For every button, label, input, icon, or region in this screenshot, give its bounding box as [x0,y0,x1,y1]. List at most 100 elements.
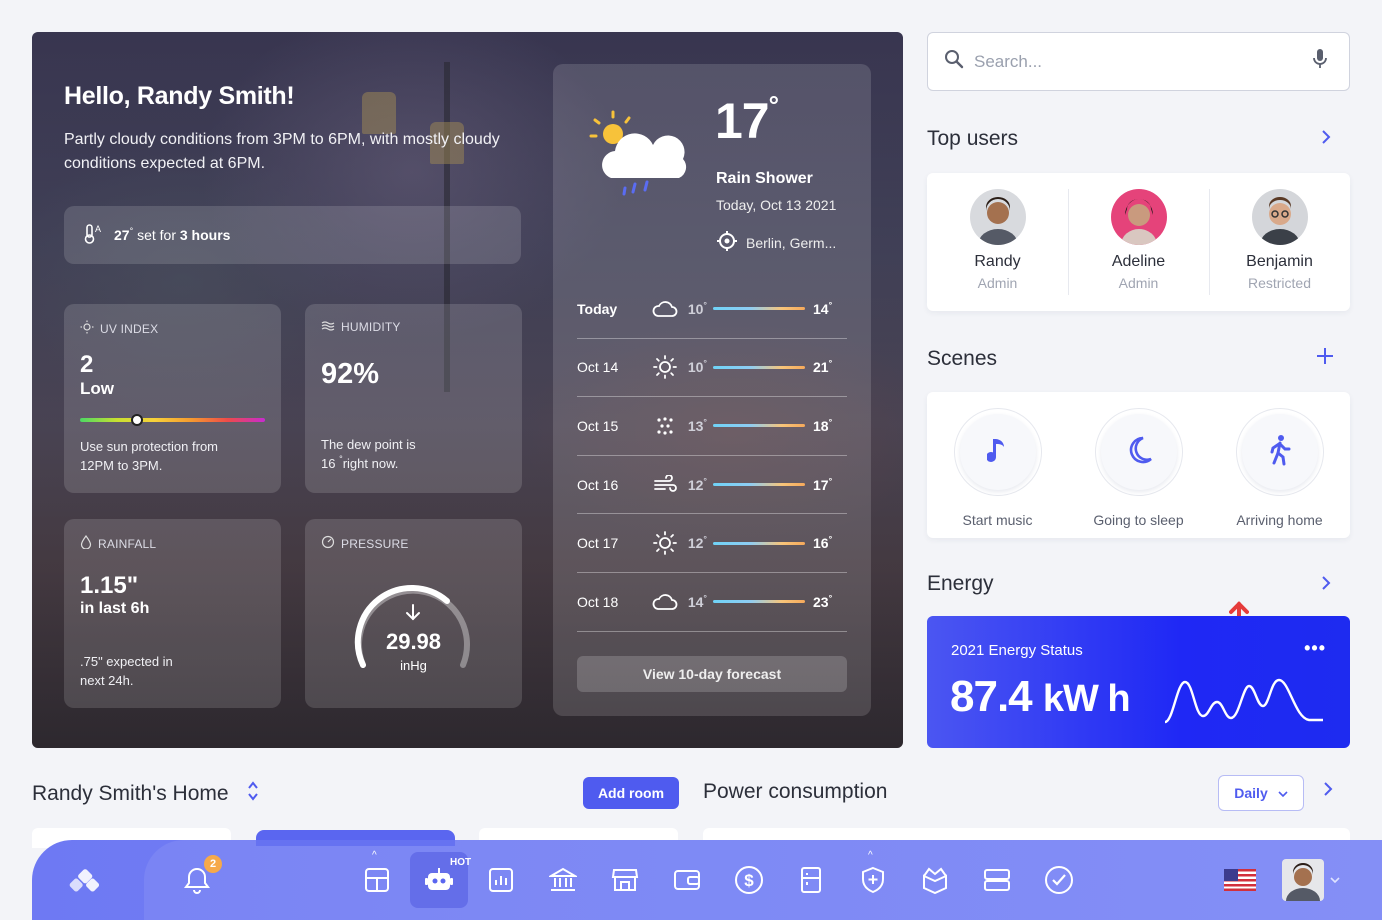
forecast-row[interactable]: Oct 15 13° 18° [577,397,847,456]
dashboard-icon[interactable] [359,862,395,898]
scene-button-ring [953,408,1042,496]
temp-range-bar [713,483,805,487]
uv-scale-marker [131,414,144,426]
scenes-title: Scenes [927,347,998,370]
scene-button [1241,414,1318,490]
avatar [1110,189,1167,245]
search-input[interactable] [974,51,1311,72]
waves-icon [321,320,335,334]
logo-icon[interactable] [68,864,104,900]
wallet-icon[interactable] [669,862,705,898]
store-icon[interactable] [607,862,643,898]
chart-icon[interactable] [483,862,519,898]
rainfall-note: .75" expected in next 24h. [80,654,173,688]
scene-button-ring [1235,408,1324,496]
forecast-low-value: 14 [687,593,704,610]
search-bar [927,32,1350,91]
humidity-title: HUMIDITY [341,320,401,334]
forecast-day: Oct 14 [577,359,619,376]
scene-start-music[interactable]: Start music [927,392,1068,538]
thermometer-icon: A [82,223,104,248]
add-room-button[interactable]: Add room [583,777,679,809]
caret-up-icon: ^ [372,850,377,861]
user-card[interactable]: Adeline Admin [1068,173,1209,311]
pressure-title: PRESSURE [341,536,409,551]
dew-text: The dew point is [321,437,416,452]
energy-next-button[interactable] [1320,572,1332,598]
forecast-high: 16° [813,534,833,552]
svg-text:A: A [95,224,101,234]
hot-label: HOT [450,857,472,868]
forecast-row[interactable]: Oct 16 12° 17° [577,456,847,515]
forecast-low: 12° [687,475,707,493]
greeting-title: Hello, Randy Smith! [64,82,295,110]
location[interactable]: Berlin, Germ... [716,230,836,255]
top-users-next-button[interactable] [1320,126,1332,152]
dew-text-end: right now. [342,456,399,471]
chevron-down-icon [1278,785,1288,801]
alarm-text: set for [137,227,176,243]
forecast-day: Oct 15 [577,417,619,434]
temp-range-bar [713,307,805,311]
ten-day-forecast-button[interactable]: View 10-day forecast [577,656,847,692]
temp-range-bar [713,600,805,604]
shield-icon[interactable] [855,862,891,898]
cloud-icon [647,593,683,611]
forecast-high-value: 21 [813,359,829,376]
svg-text:$: $ [744,871,754,890]
server-icon[interactable] [979,862,1015,898]
energy-status-card[interactable]: 2021 Energy Status ••• 87.4 kW h [927,616,1350,748]
period-select[interactable]: Daily [1218,775,1304,811]
forecast-low-value: 10 [687,359,704,376]
dollar-icon[interactable]: $ [731,862,767,898]
home-title[interactable]: Randy Smith's Home [32,780,259,808]
scene-label: Start music [962,512,1033,528]
forecast-low-value: 13 [687,417,704,434]
forecast-high-value: 18 [813,417,829,434]
period-select-value: Daily [1234,785,1268,801]
chevron-down-icon[interactable] [1328,862,1342,898]
profile-avatar[interactable] [1282,859,1324,901]
forecast-high-value: 16 [813,535,829,552]
scene-arriving-home[interactable]: Arriving home [1209,392,1350,538]
forecast-low: 12° [687,534,707,552]
bank-icon[interactable] [545,862,581,898]
user-role: Admin [977,275,1018,291]
uv-index-tile: UV INDEX 2 Low Use sun protection from 1… [64,304,281,493]
forecast-low: 14° [687,592,707,610]
rainfall-sub: in last 6h [80,600,150,617]
forecast-row[interactable]: Oct 18 14° 23° [577,573,847,632]
energy-sparkline [1164,678,1323,724]
temperature-alarm[interactable]: A 27° set for 3 hours [64,206,521,264]
avatar [969,189,1026,245]
user-card[interactable]: Randy Admin [927,173,1068,311]
microphone-icon[interactable] [1311,48,1329,75]
check-circle-icon[interactable] [1041,862,1077,898]
energy-title: Energy [927,572,994,595]
more-options-icon[interactable]: ••• [1304,638,1326,659]
chevron-right-icon [1320,126,1332,151]
forecast-row[interactable]: Today 10° 14° [577,280,847,339]
plus-icon [1316,345,1334,370]
add-scene-button[interactable] [1316,345,1334,371]
forecast-high-value: 23 [813,593,829,610]
sun-icon [80,320,94,337]
location-text: Berlin, Germ... [746,234,837,251]
energy-number: 87.4 [950,672,1033,721]
forecast-row[interactable]: Oct 14 10° 21° [577,339,847,398]
humidity-tile: HUMIDITY 92% The dew point is 16 °right … [305,304,522,493]
forecast-day: Today [577,300,618,317]
forecast-row[interactable]: Oct 17 12° 16° [577,514,847,573]
forecast-day: Oct 18 [577,593,619,610]
snow-icon [647,416,683,436]
user-card[interactable]: Benjamin Restricted [1209,173,1350,311]
door-icon[interactable] [793,862,829,898]
alarm-duration: 3 hours [179,227,231,243]
box-open-icon[interactable] [917,862,953,898]
scene-going-to-sleep[interactable]: Going to sleep [1068,392,1209,538]
weather-summary: Partly cloudy conditions from 3PM to 6PM… [64,131,500,172]
energy-status-title: 2021 Energy Status [951,642,1083,659]
weather-hero: Hello, Randy Smith! Partly cloudy condit… [32,32,903,748]
us-flag-icon[interactable] [1222,862,1258,898]
power-next-button[interactable] [1322,780,1334,804]
